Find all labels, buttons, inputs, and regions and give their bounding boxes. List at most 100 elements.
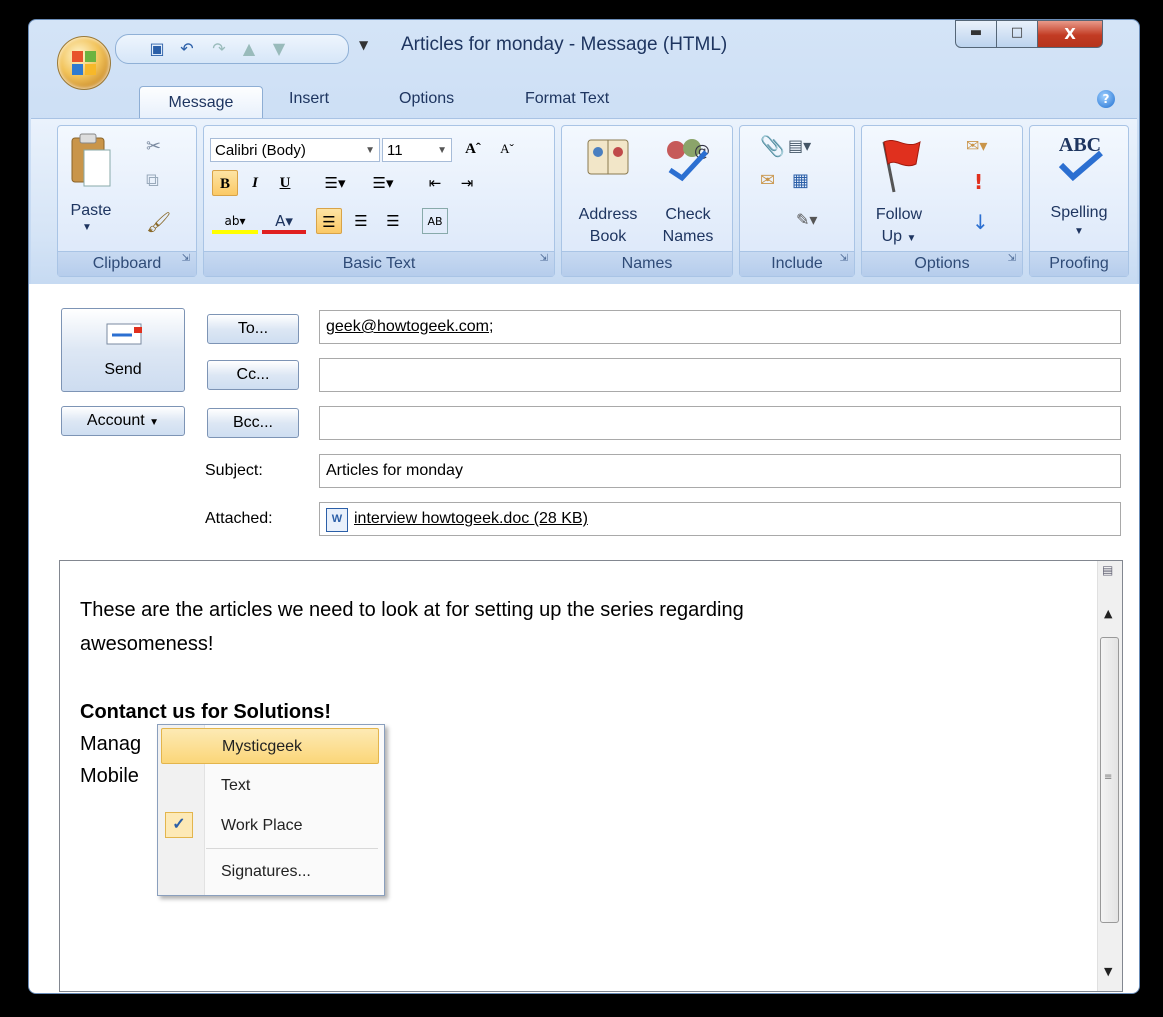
menu-item-text[interactable]: Text bbox=[161, 768, 379, 804]
decrease-indent-icon[interactable]: ⇤ bbox=[422, 170, 448, 196]
menu-separator bbox=[206, 848, 378, 849]
increase-indent-icon[interactable]: ⇥ bbox=[454, 170, 480, 196]
follow-up-label[interactable]: Follow Up ▼ bbox=[866, 204, 932, 250]
title-bar: ▣ ↶ ↷ ▲ ▼ ▼ Articles for monday - Messag… bbox=[29, 20, 1139, 90]
dialog-launcher-icon[interactable]: ⇲ bbox=[840, 247, 848, 271]
attach-file-icon[interactable]: 📎 bbox=[760, 134, 785, 158]
check-names-label-line1: Check bbox=[665, 206, 711, 223]
font-size-combo[interactable]: 11 ▼ bbox=[382, 138, 452, 162]
align-right-icon[interactable]: ☰ bbox=[380, 208, 406, 234]
office-button[interactable] bbox=[57, 36, 111, 90]
undo-icon[interactable]: ↶ bbox=[176, 39, 198, 59]
address-book-label[interactable]: Address Book bbox=[570, 204, 646, 248]
next-item-icon[interactable]: ▼ bbox=[268, 39, 290, 59]
subject-field[interactable]: Articles for monday bbox=[319, 454, 1121, 488]
high-importance-icon[interactable]: ! bbox=[974, 170, 983, 194]
scroll-thumb[interactable]: ≡ bbox=[1100, 637, 1119, 923]
cc-button[interactable]: Cc... bbox=[207, 360, 299, 390]
attachment-field[interactable]: W interview howtogeek.doc (28 KB) bbox=[319, 502, 1121, 536]
ribbon-tabs: Message Insert Options Format Text bbox=[29, 86, 1139, 119]
to-button[interactable]: To... bbox=[207, 314, 299, 344]
follow-up-flag-icon[interactable] bbox=[874, 134, 924, 198]
cc-field[interactable] bbox=[319, 358, 1121, 392]
group-options: Follow Up ▼ ✉▾ ! ↓ Options ⇲ bbox=[861, 125, 1023, 277]
address-book-icon[interactable] bbox=[584, 134, 632, 182]
scroll-down-icon[interactable]: ▼ bbox=[1104, 965, 1112, 978]
grip-icon: ≡ bbox=[1104, 772, 1113, 783]
minimize-button[interactable]: ▬ bbox=[955, 20, 997, 48]
underline-icon[interactable]: U bbox=[272, 170, 298, 196]
font-name-value: Calibri (Body) bbox=[215, 142, 306, 159]
proofing-group-label: Proofing bbox=[1030, 251, 1128, 276]
bcc-button[interactable]: Bcc... bbox=[207, 408, 299, 438]
paste-icon[interactable] bbox=[68, 132, 114, 202]
vertical-scrollbar[interactable]: ▤ ▲ ≡ ▼ bbox=[1097, 561, 1122, 991]
scroll-up-icon[interactable]: ▲ bbox=[1104, 607, 1112, 620]
dialog-launcher-icon[interactable]: ⇲ bbox=[540, 247, 548, 271]
font-name-combo[interactable]: Calibri (Body) ▼ bbox=[210, 138, 380, 162]
to-recipient[interactable]: geek@howtogeek.com; bbox=[326, 318, 493, 335]
to-field[interactable]: geek@howtogeek.com; bbox=[319, 310, 1121, 344]
paste-dropdown-icon[interactable]: ▼ bbox=[82, 222, 92, 233]
ruler-toggle-icon[interactable]: ▤ bbox=[1102, 563, 1113, 577]
customize-qat-icon[interactable]: ▼ bbox=[359, 38, 368, 52]
send-button[interactable]: Send bbox=[61, 308, 185, 392]
align-left-icon[interactable]: ☰ bbox=[316, 208, 342, 234]
italic-icon[interactable]: I bbox=[242, 170, 268, 196]
redo-icon[interactable]: ↷ bbox=[208, 39, 230, 59]
signature-icon[interactable]: ✎▾ bbox=[796, 210, 817, 229]
menu-item-mysticgeek[interactable]: Mysticgeek bbox=[161, 728, 379, 764]
clipboard-group-label: Clipboard ⇲ bbox=[58, 251, 196, 276]
basic-text-label-text: Basic Text bbox=[342, 255, 416, 272]
low-importance-icon[interactable]: ↓ bbox=[972, 210, 989, 234]
spelling-dropdown-icon[interactable]: ▼ bbox=[1030, 226, 1128, 237]
align-center-icon[interactable]: ☰ bbox=[348, 208, 374, 234]
business-card-icon[interactable]: ▤▾ bbox=[788, 136, 811, 155]
follow-up-label-line1: Follow bbox=[875, 206, 923, 223]
message-body[interactable]: These are the articles we need to look a… bbox=[59, 560, 1123, 992]
dialog-launcher-icon[interactable]: ⇲ bbox=[182, 247, 190, 271]
menu-item-work-place[interactable]: ✓ Work Place bbox=[161, 808, 379, 844]
help-icon[interactable]: ? bbox=[1097, 90, 1115, 108]
spelling-label[interactable]: Spelling bbox=[1030, 204, 1128, 222]
save-icon[interactable]: ▣ bbox=[146, 39, 168, 59]
cut-icon[interactable]: ✂ bbox=[146, 136, 161, 157]
styles-icon[interactable]: AB bbox=[422, 208, 448, 234]
bullets-icon[interactable]: ☰▾ bbox=[312, 170, 358, 196]
bcc-field[interactable] bbox=[319, 406, 1121, 440]
grow-font-icon[interactable]: Aˆ bbox=[460, 136, 486, 162]
attach-item-icon[interactable]: ✉ bbox=[760, 170, 775, 191]
check-names-icon[interactable]: @ bbox=[660, 134, 714, 186]
close-button[interactable]: X bbox=[1037, 20, 1103, 48]
options-label-text: Options bbox=[914, 255, 970, 272]
shrink-font-icon[interactable]: Aˇ bbox=[494, 136, 520, 162]
address-book-label-line2: Book bbox=[589, 228, 627, 245]
attached-label: Attached: bbox=[205, 510, 273, 527]
copy-icon[interactable]: ⧉ bbox=[146, 170, 159, 191]
previous-item-icon[interactable]: ▲ bbox=[238, 39, 260, 59]
signature-line-2: Mobile bbox=[80, 765, 139, 787]
word-document-icon: W bbox=[326, 508, 348, 532]
numbering-icon[interactable]: ☰▾ bbox=[360, 170, 406, 196]
spelling-icon[interactable]: ABC bbox=[1050, 134, 1110, 185]
permission-icon[interactable]: ✉▾ bbox=[966, 136, 987, 155]
dialog-launcher-icon[interactable]: ⇲ bbox=[1008, 247, 1016, 271]
bold-icon[interactable]: B bbox=[212, 170, 238, 196]
maximize-button[interactable]: □ bbox=[996, 20, 1038, 48]
highlight-icon[interactable]: ab▾ bbox=[212, 208, 258, 234]
tab-message[interactable]: Message bbox=[139, 86, 263, 119]
paste-label[interactable]: Paste bbox=[62, 202, 120, 220]
account-label: Account bbox=[86, 412, 145, 429]
format-painter-icon[interactable]: 🖌 bbox=[146, 210, 171, 234]
font-color-icon[interactable]: A▾ bbox=[262, 208, 306, 234]
menu-item-signatures[interactable]: Signatures... bbox=[161, 854, 379, 890]
attachment-link[interactable]: interview howtogeek.doc (28 KB) bbox=[354, 510, 588, 527]
group-include: 📎 ▤▾ ✉ ▦ ✎▾ Include ⇲ bbox=[739, 125, 855, 277]
check-names-label[interactable]: Check Names bbox=[652, 204, 724, 248]
tab-insert[interactable]: Insert bbox=[289, 90, 329, 108]
account-button[interactable]: Account ▼ bbox=[61, 406, 185, 436]
calendar-icon[interactable]: ▦ bbox=[792, 170, 809, 191]
check-names-label-line2: Names bbox=[662, 228, 714, 245]
tab-format-text[interactable]: Format Text bbox=[525, 90, 609, 108]
tab-options[interactable]: Options bbox=[399, 90, 454, 108]
